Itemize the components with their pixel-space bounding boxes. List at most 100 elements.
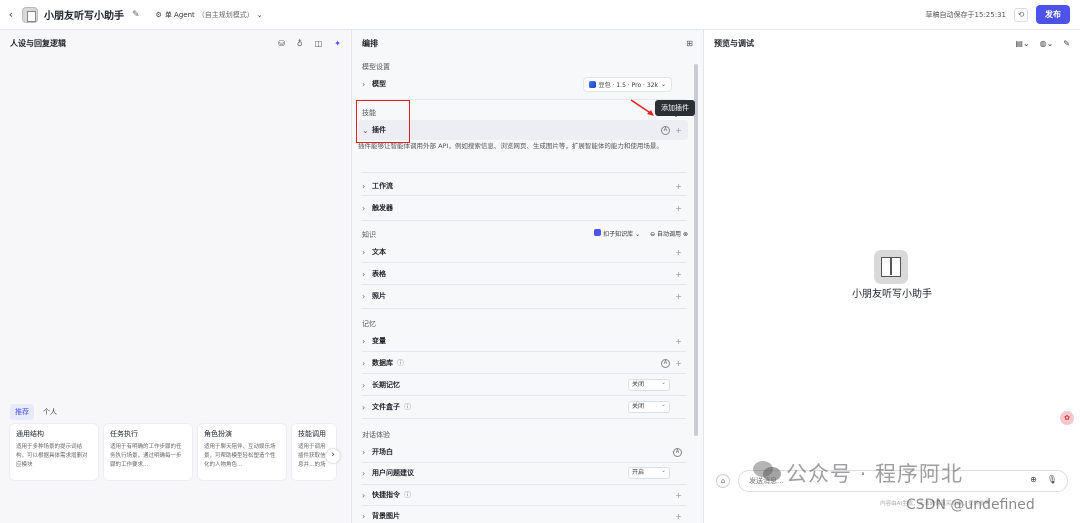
add-photo-icon[interactable]: + xyxy=(675,292,682,301)
suggest-label: 用户问题建议 xyxy=(372,469,414,477)
dialog-section-title: 对话体验 xyxy=(362,431,390,439)
add-text-icon[interactable]: + xyxy=(675,248,682,257)
add-table-icon[interactable]: + xyxy=(675,270,682,279)
template-card[interactable]: 角色扮演 适用于聊天陪伴、互动娱乐场景，可帮助模型轻松塑造个性化的人物角色… xyxy=(198,424,286,480)
file-box-row[interactable]: › 文件盒子 ⓘ 关闭 xyxy=(358,397,688,417)
persona-title: 人设与回复逻辑 xyxy=(10,38,66,48)
add-shortcut-icon[interactable]: + xyxy=(675,491,682,500)
auto-icon[interactable]: A xyxy=(661,125,670,135)
model-row[interactable]: › 模型 豆包 · 1.5 · Pro · 32k ⌄ xyxy=(358,74,688,94)
model-selector[interactable]: 豆包 · 1.5 · Pro · 32k ⌄ xyxy=(582,76,672,92)
add-database-icon[interactable]: + xyxy=(675,359,682,368)
chevron-right-icon: › xyxy=(362,336,366,346)
chevron-right-icon: › xyxy=(362,490,366,500)
divider xyxy=(362,308,686,309)
template-card[interactable]: 通用结构 适用于多种场景的提示词结构，可以根据具体需求增删对应模块 xyxy=(10,424,98,480)
divider xyxy=(362,172,686,173)
sparkle-icon[interactable]: ✦ xyxy=(334,39,341,48)
edit-icon[interactable]: ✎ xyxy=(132,10,140,20)
trigger-row[interactable]: › 触发器 + xyxy=(358,198,688,218)
divider xyxy=(362,220,686,221)
workflow-label: 工作流 xyxy=(372,182,393,190)
add-workflow-icon[interactable]: + xyxy=(675,182,682,191)
orchestration-tools: ⊞ xyxy=(686,39,693,48)
long-memory-label: 长期记忆 xyxy=(372,381,400,389)
publish-button[interactable]: 发布 xyxy=(1036,5,1070,24)
suggest-select[interactable]: 开启 xyxy=(628,466,670,479)
auto-icon[interactable]: A xyxy=(661,358,670,368)
table-row[interactable]: › 表格 + xyxy=(358,264,688,284)
database-row[interactable]: › 数据库 ⓘ A + xyxy=(358,353,688,373)
table-label: 表格 xyxy=(372,270,386,278)
tab-recommended[interactable]: 推荐 xyxy=(10,404,34,420)
shortcut-label: 快捷指令 xyxy=(372,491,400,499)
long-memory-row[interactable]: › 长期记忆 关闭 xyxy=(358,375,688,395)
shortcut-row[interactable]: › 快捷指令 ⓘ + xyxy=(358,485,688,505)
preview-header: 预览与调试 ▤⌄ ◍⌄ ✎ xyxy=(704,30,1080,56)
long-memory-select[interactable]: 关闭 xyxy=(628,378,670,391)
divider xyxy=(362,262,686,263)
background-row[interactable]: › 背景图片 + xyxy=(358,506,688,523)
agent-mode-dropdown[interactable]: ⚙ 单 Agent （自主规划模式） ⌄ xyxy=(150,8,269,22)
bot-name: 小朋友听写小助手 xyxy=(852,289,932,300)
kb-logo-icon xyxy=(594,229,602,236)
add-plugin-icon[interactable]: + xyxy=(675,126,682,135)
suggest-row[interactable]: › 用户问题建议 开启 xyxy=(358,463,688,483)
chevron-right-icon[interactable]: › xyxy=(326,449,340,463)
agent-icon: ⚙ xyxy=(155,10,162,19)
template-tabs: 推荐 个人 xyxy=(10,404,62,420)
card-desc: 适用于聊天陪伴、互动娱乐场景，可帮助模型轻松塑造个性化的人物角色… xyxy=(204,444,276,468)
info-icon[interactable]: ⓘ xyxy=(404,402,411,412)
memory-section-title: 记忆 xyxy=(362,320,376,328)
model-logo-icon xyxy=(588,80,596,88)
card-title: 任务执行 xyxy=(110,430,138,438)
file-box-label: 文件盒子 xyxy=(372,403,400,411)
plus-icon[interactable]: ⊕ xyxy=(1030,475,1037,484)
scrollbar[interactable] xyxy=(694,64,698,436)
variable-row[interactable]: › 变量 + xyxy=(358,331,688,351)
input-icons: ⊕ 🎙 xyxy=(1030,475,1057,484)
add-variable-icon[interactable]: + xyxy=(675,337,682,346)
book-icon xyxy=(881,257,901,277)
history-icon[interactable]: ⟲ xyxy=(1014,7,1028,22)
text-row[interactable]: › 文本 + xyxy=(358,242,688,262)
bulb-icon[interactable]: ♁ xyxy=(297,39,303,48)
annotation-arrow xyxy=(630,99,654,116)
photo-row[interactable]: › 照片 + xyxy=(358,286,688,306)
chevron-right-icon: › xyxy=(362,468,366,478)
opening-label: 开场白 xyxy=(372,448,393,456)
kb-source-label: 扣子知识库 xyxy=(603,231,634,238)
divider xyxy=(362,395,686,396)
chevron-right-icon: › xyxy=(362,447,366,457)
kb-source-selector[interactable]: 扣子知识库 ⌄ xyxy=(594,229,640,238)
palette-icon[interactable]: ◍⌄ xyxy=(1040,39,1054,48)
clear-chat-icon[interactable]: ⌂ xyxy=(716,474,730,488)
layout-icon[interactable]: ◫ xyxy=(315,39,323,48)
workflow-row[interactable]: › 工作流 + xyxy=(358,176,688,196)
template-card[interactable]: 任务执行 适用于有明确的工作步骤的任务执行场景，通过明确每一步骤的工作要求… xyxy=(104,424,192,480)
auto-icon[interactable]: A xyxy=(673,447,682,457)
chevron-down-icon: ⌄ xyxy=(256,10,263,19)
info-icon[interactable]: ⓘ xyxy=(404,490,411,500)
info-icon[interactable]: ⓘ xyxy=(397,358,404,368)
assistant-badge-icon[interactable]: ✿ xyxy=(1060,411,1074,425)
debug-icon[interactable]: ▤⌄ xyxy=(1015,39,1029,48)
auto-call-selector[interactable]: ⊖ 自动调用 ⊗ xyxy=(650,229,688,238)
add-background-icon[interactable]: + xyxy=(675,512,682,521)
grid-icon[interactable]: ⊞ xyxy=(686,39,693,48)
agent-mode-sub: （自主规划模式） xyxy=(197,10,254,19)
template-icon[interactable]: ⛁ xyxy=(278,39,285,48)
photo-label: 照片 xyxy=(372,292,386,300)
app-avatar xyxy=(22,6,38,23)
top-bar: ‹ 小朋友听写小助手 ✎ ⚙ 单 Agent （自主规划模式） ⌄ 草稿自动保存… xyxy=(0,0,1080,30)
add-trigger-icon[interactable]: + xyxy=(675,204,682,213)
tab-personal[interactable]: 个人 xyxy=(38,404,62,420)
opening-row[interactable]: › 开场白 A xyxy=(358,442,688,462)
divider xyxy=(362,373,686,374)
knowledge-section-title: 知识 xyxy=(362,231,376,239)
divider xyxy=(362,195,686,196)
file-box-select[interactable]: 关闭 xyxy=(628,400,670,413)
brush-icon[interactable]: ✎ xyxy=(1063,39,1070,48)
mic-icon[interactable]: 🎙 xyxy=(1047,475,1057,484)
back-icon[interactable]: ‹ xyxy=(0,8,22,21)
